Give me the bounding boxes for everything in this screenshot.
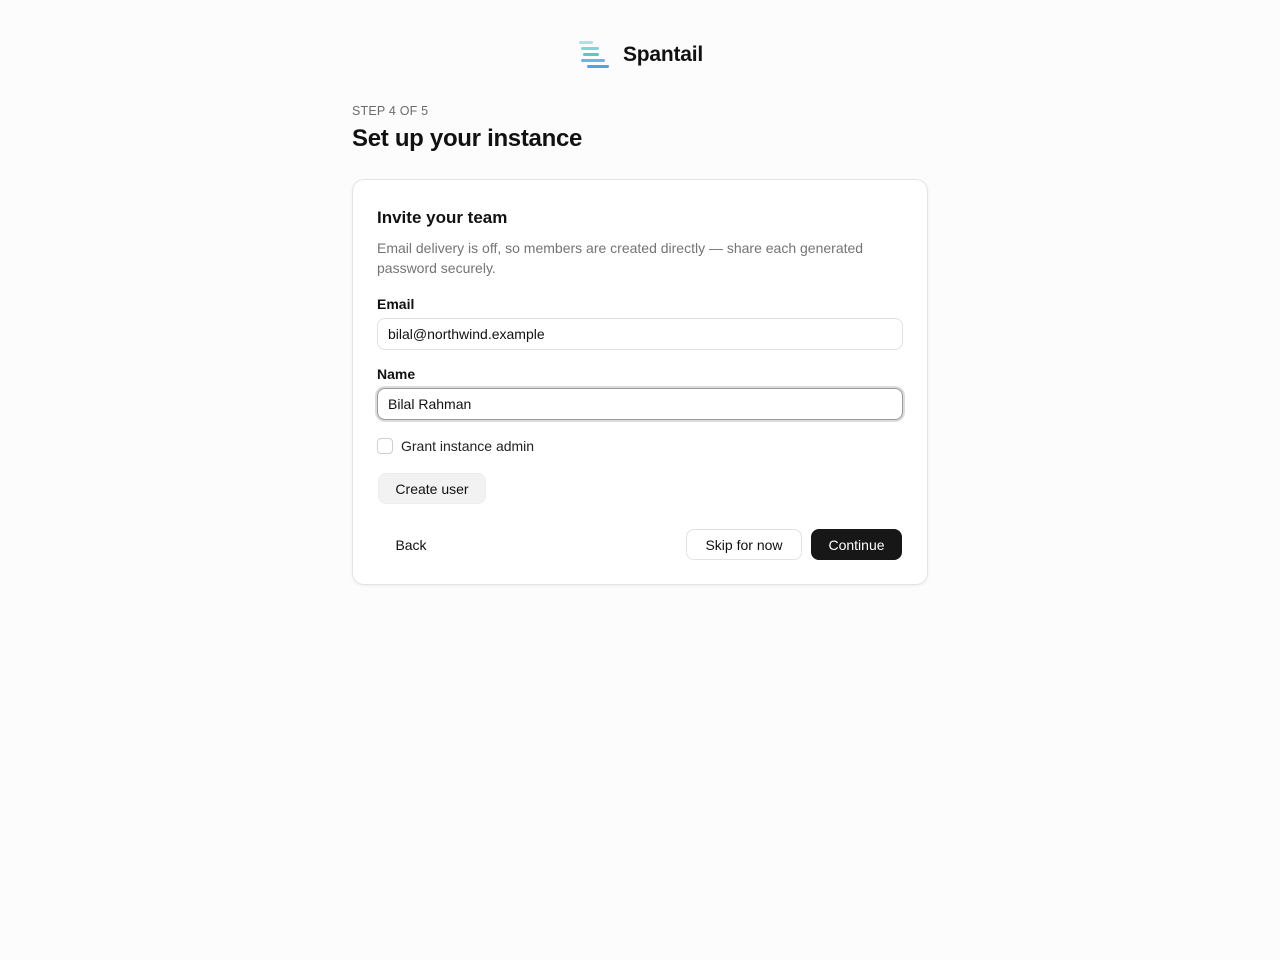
card-title: Invite your team [377, 208, 508, 227]
name-input[interactable] [377, 388, 903, 420]
page-title: Set up your instance [352, 125, 583, 152]
back-button[interactable]: Back [378, 529, 444, 560]
step-indicator: STEP 4 OF 5 [352, 104, 429, 118]
grant-admin-label[interactable]: Grant instance admin [401, 438, 534, 454]
brand-header: Spantail [0, 38, 1280, 72]
brand-name: Spantail [622, 43, 704, 66]
card-description: Email delivery is off, so members are cr… [377, 240, 864, 276]
grant-admin-row[interactable]: Grant instance admin [377, 438, 534, 454]
grant-admin-checkbox[interactable] [377, 438, 393, 454]
create-user-button[interactable]: Create user [378, 473, 486, 504]
skip-button[interactable]: Skip for now [686, 529, 802, 560]
stacked-bars-logo-icon [578, 41, 609, 68]
name-label: Name [377, 366, 416, 382]
continue-button[interactable]: Continue [811, 529, 902, 560]
invite-team-card: Invite your team Email delivery is off, … [352, 179, 928, 585]
email-label: Email [377, 296, 415, 312]
email-input[interactable] [377, 318, 903, 350]
